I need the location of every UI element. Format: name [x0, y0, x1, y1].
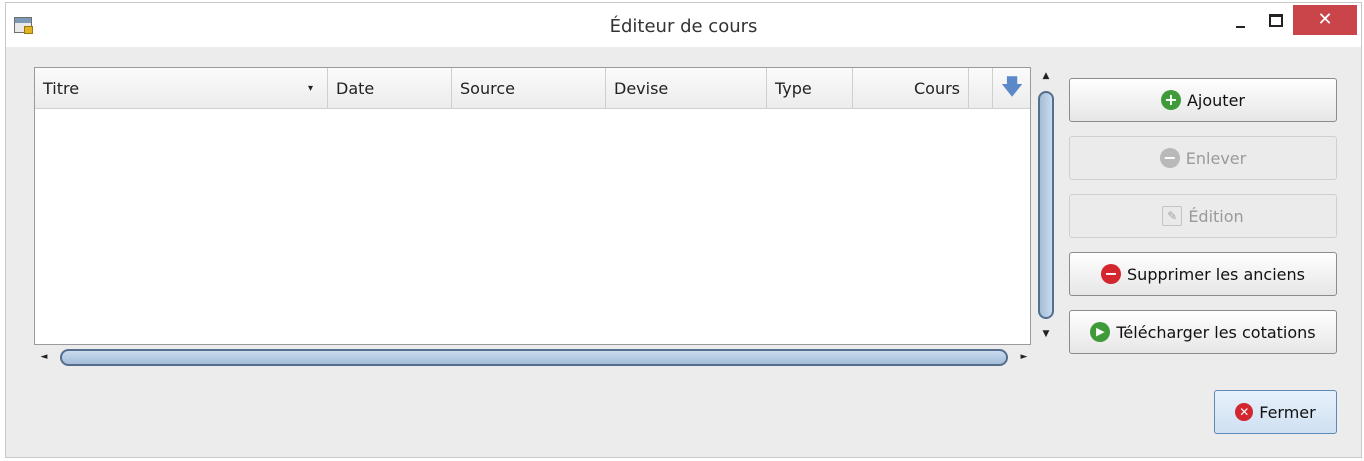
horizontal-scrollbar[interactable]: ◄ ►	[34, 347, 1035, 367]
window-title: Éditeur de cours	[609, 16, 758, 37]
close-window-button[interactable]: ✕	[1293, 5, 1357, 35]
column-header-source[interactable]: Source	[452, 68, 606, 108]
plus-icon: +	[1160, 90, 1181, 110]
column-header-titre[interactable]: Titre ▾	[35, 68, 328, 108]
scroll-up-icon[interactable]: ▲	[1037, 67, 1055, 85]
title-bar: Éditeur de cours ✕	[6, 3, 1361, 47]
minimize-button[interactable]	[1224, 5, 1256, 35]
add-button-label: Ajouter	[1186, 90, 1245, 110]
column-label: Titre	[43, 79, 80, 98]
table-body[interactable]	[35, 108, 1030, 344]
column-header-spacer	[969, 68, 993, 108]
download-quotes-button[interactable]: ▶ Télécharger les cotations	[1069, 310, 1337, 354]
minus-icon: −	[1101, 264, 1122, 284]
add-button[interactable]: + Ajouter	[1069, 78, 1337, 122]
remove-button[interactable]: − Enlever	[1069, 136, 1337, 180]
column-header-devise[interactable]: Devise	[606, 68, 767, 108]
close-icon: ✕	[1235, 403, 1254, 421]
maximize-button[interactable]	[1259, 5, 1291, 35]
vertical-scroll-thumb[interactable]	[1038, 91, 1054, 319]
sort-caret-icon[interactable]: ▾	[308, 68, 313, 110]
play-icon: ▶	[1090, 322, 1111, 342]
column-header-type[interactable]: Type	[767, 68, 853, 108]
edit-document-icon: ✎	[1162, 206, 1183, 226]
vertical-scrollbar[interactable]: ▲ ▼	[1037, 67, 1055, 345]
column-header-date[interactable]: Date	[328, 68, 452, 108]
download-quotes-button-label: Télécharger les cotations	[1116, 322, 1316, 342]
arrow-down-icon[interactable]: 🡇	[993, 68, 1031, 108]
minus-icon: −	[1159, 148, 1180, 168]
purge-old-button-label: Supprimer les anciens	[1127, 264, 1305, 284]
scroll-left-icon[interactable]: ◄	[34, 347, 54, 367]
edit-button-label: Édition	[1188, 206, 1244, 226]
close-button[interactable]: ✕ Fermer	[1214, 390, 1337, 434]
close-button-label: Fermer	[1259, 402, 1316, 422]
edit-button[interactable]: ✎ Édition	[1069, 194, 1337, 238]
quotes-table[interactable]: Titre ▾ Date Source Devise Type Cours 🡇	[34, 67, 1031, 345]
horizontal-scroll-thumb[interactable]	[60, 349, 1008, 366]
course-editor-window: Éditeur de cours ✕ Titre ▾ Date Source D…	[5, 2, 1362, 458]
remove-button-label: Enlever	[1185, 148, 1247, 168]
table-header: Titre ▾ Date Source Devise Type Cours 🡇	[35, 68, 1030, 109]
column-header-cours[interactable]: Cours	[853, 68, 969, 108]
purge-old-button[interactable]: − Supprimer les anciens	[1069, 252, 1337, 296]
scroll-right-icon[interactable]: ►	[1014, 347, 1034, 367]
scroll-down-icon[interactable]: ▼	[1037, 325, 1055, 343]
